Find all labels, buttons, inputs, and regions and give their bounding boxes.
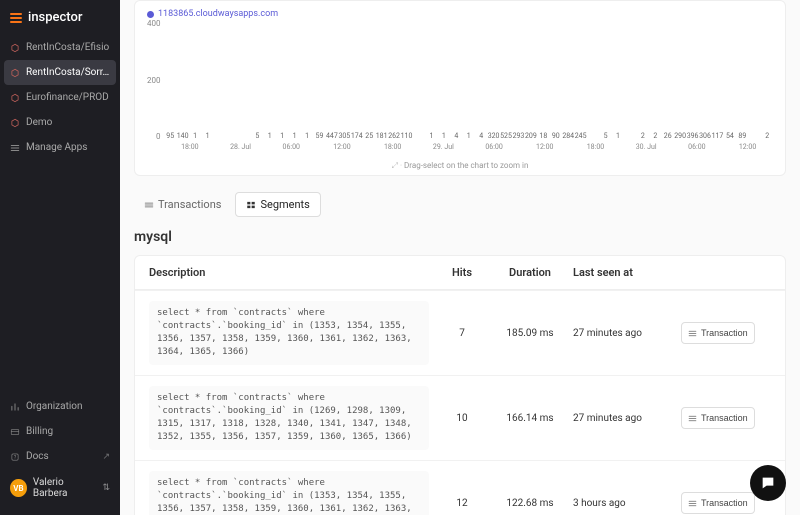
transactions-icon (144, 200, 154, 210)
cell-hits: 12 (437, 498, 487, 509)
cell-duration: 185.09 ms (495, 328, 565, 339)
avatar: VB (10, 479, 27, 497)
user-menu[interactable]: VB Valerio Barbera ⇅ (0, 469, 120, 507)
y-axis: 4002000 (147, 19, 165, 159)
app-icon (10, 93, 20, 103)
main-content: 1183865.cloudwaysapps.com 4002000 951401… (120, 0, 800, 515)
chat-fab[interactable] (750, 465, 786, 501)
app-icon (10, 43, 20, 53)
app-icon (10, 118, 20, 128)
segments-table: Description Hits Duration Last seen at s… (134, 255, 786, 515)
sidebar-item-label: Eurofinance/PROD (26, 92, 109, 103)
nav-apps: RentInCosta/Efisio RentInCosta/Sorr… Eurof… (0, 35, 120, 135)
chat-icon (760, 475, 776, 491)
x-axis: 18:0028. Jul06:0012:0018:0029. Jul06:001… (165, 143, 774, 159)
chart-legend[interactable]: 1183865.cloudwaysapps.com (147, 9, 773, 19)
tab-segments-label: Segments (260, 198, 309, 211)
tabs: Transactions Segments (120, 186, 800, 223)
nav-docs[interactable]: ? Docs ↗ (0, 444, 120, 469)
sidebar-item-app[interactable]: RentInCosta/Sorr… (4, 60, 116, 85)
transaction-button[interactable]: Transaction (681, 322, 755, 344)
chart-icon (10, 402, 20, 412)
cell-sql: select * from `contracts` where `contrac… (149, 386, 429, 450)
tab-transactions[interactable]: Transactions (134, 192, 231, 217)
th-hits: Hits (437, 266, 487, 279)
nav-billing-label: Billing (26, 426, 53, 437)
table-row: select * from `contracts` where `contrac… (135, 460, 785, 515)
list-icon (688, 499, 697, 508)
legend-dot-icon (147, 11, 154, 18)
cell-sql: select * from `contracts` where `contrac… (149, 471, 429, 515)
chart-card: 1183865.cloudwaysapps.com 4002000 951401… (134, 0, 786, 176)
transaction-button[interactable]: Transaction (681, 492, 755, 514)
logo-icon (10, 13, 22, 23)
legend-label: 1183865.cloudwaysapps.com (158, 9, 278, 19)
tab-transactions-label: Transactions (158, 198, 221, 211)
cell-duration: 166.14 ms (495, 413, 565, 424)
sidebar-item-app[interactable]: Demo (0, 110, 120, 135)
tab-segments[interactable]: Segments (235, 192, 320, 217)
sort-icon: ⇅ (102, 483, 110, 493)
app-icon (10, 68, 20, 78)
chart-hint: ⤢ · Drag-select on the chart to zoom in (147, 161, 773, 171)
brand-logo: inspector (0, 0, 120, 35)
table-row: select * from `contracts` where `contrac… (135, 375, 785, 460)
sidebar: inspector RentInCosta/EfisioRentInCosta/… (0, 0, 120, 515)
cell-last-seen: 27 minutes ago (573, 413, 673, 424)
transaction-button[interactable]: Transaction (681, 407, 755, 429)
nav-manage-apps-label: Manage Apps (26, 142, 87, 153)
list-icon (688, 414, 697, 423)
sidebar-item-label: RentInCosta/Efisio (26, 42, 109, 53)
chart[interactable]: 4002000 95140115111159447305174251812621… (147, 19, 773, 159)
section-title: mysql (120, 223, 800, 255)
nav-manage-apps[interactable]: Manage Apps (0, 135, 120, 160)
brand-name: inspector (28, 10, 82, 25)
cell-last-seen: 27 minutes ago (573, 328, 673, 339)
segments-icon (246, 200, 256, 210)
nav-organization-label: Organization (26, 401, 83, 412)
nav-billing[interactable]: Billing (0, 419, 120, 444)
cell-hits: 7 (437, 328, 487, 339)
th-duration: Duration (495, 266, 565, 279)
chart-bars: 9514011511115944730517425181262110114143… (165, 23, 774, 141)
th-last-seen: Last seen at (573, 266, 673, 279)
external-link-icon: ↗ (102, 452, 110, 462)
list-icon (688, 329, 697, 338)
card-icon (10, 427, 20, 437)
help-icon: ? (10, 452, 20, 462)
nav-organization[interactable]: Organization (0, 394, 120, 419)
table-header: Description Hits Duration Last seen at (135, 256, 785, 290)
cell-duration: 122.68 ms (495, 498, 565, 509)
menu-icon (10, 143, 20, 153)
sidebar-item-app[interactable]: RentInCosta/Efisio (0, 35, 120, 60)
sidebar-item-label: RentInCosta/Sorr… (26, 67, 109, 78)
cell-last-seen: 3 hours ago (573, 498, 673, 509)
cell-sql: select * from `contracts` where `contrac… (149, 301, 429, 365)
nav-docs-label: Docs (26, 451, 49, 462)
user-name: Valerio Barbera (33, 477, 97, 499)
table-row: select * from `contracts` where `contrac… (135, 290, 785, 375)
th-description: Description (149, 266, 429, 279)
sidebar-item-app[interactable]: Eurofinance/PROD (0, 85, 120, 110)
cell-hits: 10 (437, 413, 487, 424)
sidebar-item-label: Demo (26, 117, 52, 128)
